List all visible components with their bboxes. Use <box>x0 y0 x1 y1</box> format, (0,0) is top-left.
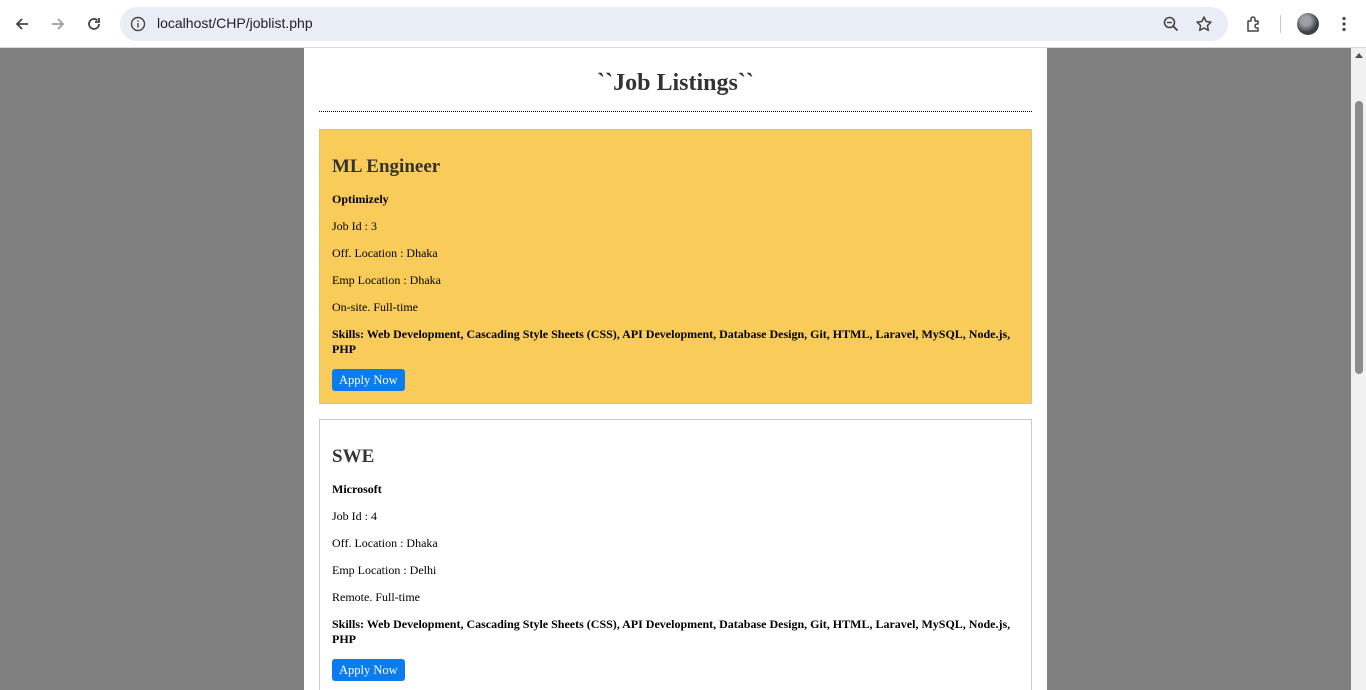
job-id: Job Id : 4 <box>332 509 377 523</box>
more-menu-icon <box>1342 16 1346 32</box>
job-title: ML Engineer <box>332 156 441 177</box>
more-menu-button[interactable] <box>1328 8 1360 40</box>
scrollbar-thumb[interactable] <box>1355 101 1363 374</box>
zoom-icon[interactable] <box>1161 14 1181 34</box>
job-company: Optimizely <box>332 192 389 206</box>
job-skills: Skills: Web Development, Cascading Style… <box>332 327 1011 356</box>
apply-now-button[interactable]: Apply Now <box>332 369 405 391</box>
page-title: ``Job Listings`` <box>597 70 754 96</box>
job-list-container: ``Job Listings`` ML Engineer Optimizely … <box>304 48 1047 690</box>
page-scrollbar[interactable] <box>1351 48 1366 690</box>
job-card: SWE Microsoft Job Id : 4 Off. Location :… <box>319 419 1032 690</box>
site-info-icon[interactable] <box>128 14 148 34</box>
back-button[interactable] <box>6 8 38 40</box>
job-emp-location: Emp Location : Dhaka <box>332 273 441 287</box>
job-office-location: Off. Location : Dhaka <box>332 536 438 550</box>
profile-avatar[interactable] <box>1297 13 1319 35</box>
job-card: ML Engineer Optimizely Job Id : 3 Off. L… <box>319 129 1032 404</box>
job-skills: Skills: Web Development, Cascading Style… <box>332 617 1011 646</box>
forward-icon <box>52 18 65 30</box>
title-divider <box>319 111 1032 112</box>
back-icon <box>15 18 28 30</box>
extensions-button[interactable] <box>1238 8 1270 40</box>
url-text[interactable]: localhost/CHP/joblist.php <box>157 15 313 31</box>
apply-now-button[interactable]: Apply Now <box>332 659 405 681</box>
reload-button[interactable] <box>78 8 110 40</box>
job-id: Job Id : 3 <box>332 219 377 233</box>
scroll-up-arrow-icon[interactable] <box>1355 53 1363 58</box>
job-office-location: Off. Location : Dhaka <box>332 246 438 260</box>
bookmark-star-icon[interactable] <box>1194 14 1214 34</box>
job-emp-location: Emp Location : Delhi <box>332 563 437 577</box>
job-work-type: On-site. Full-time <box>332 300 418 314</box>
toolbar-separator <box>1280 15 1281 33</box>
extensions-icon <box>1247 16 1259 32</box>
browser-toolbar: localhost/CHP/joblist.php <box>0 0 1366 48</box>
forward-button[interactable] <box>42 8 74 40</box>
reload-icon <box>88 18 100 30</box>
job-title: SWE <box>332 446 375 467</box>
job-company: Microsoft <box>332 482 382 496</box>
job-work-type: Remote. Full-time <box>332 590 420 604</box>
address-bar[interactable]: localhost/CHP/joblist.php <box>120 7 1228 41</box>
